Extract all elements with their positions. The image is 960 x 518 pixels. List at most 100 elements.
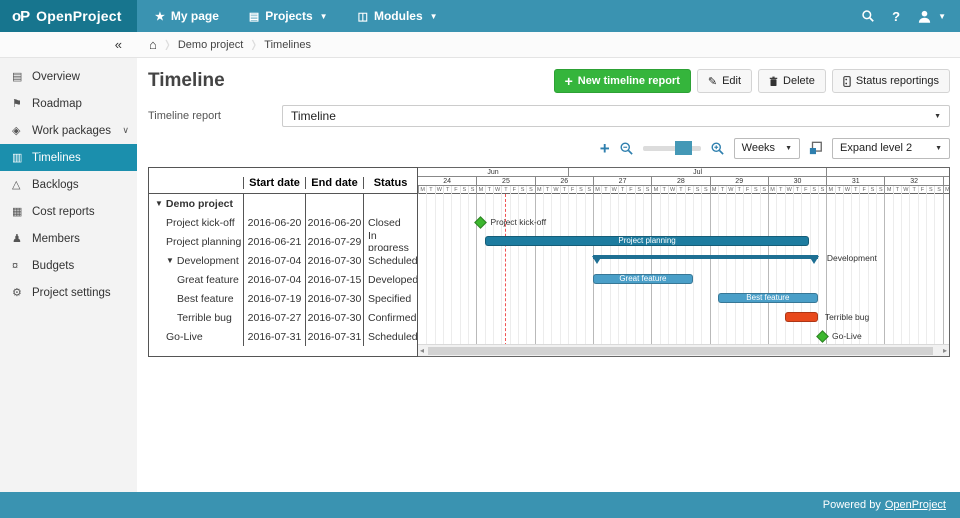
sidebar-item-overview[interactable]: ▤ Overview [0,63,137,90]
gantt-day-gridline [751,194,753,346]
breadcrumb: « ⌂ › Demo project › Timelines [0,30,960,59]
table-row-go-live[interactable]: Go-Live 2016-07-31 2016-07-31 Scheduled [149,327,417,346]
gantt-summary-bar-development[interactable] [592,255,818,259]
search-icon[interactable] [861,9,875,23]
chevron-down-icon: ▼ [319,11,328,21]
gantt-day-letter: S [809,186,818,194]
scroll-left-arrow[interactable]: ◂ [420,345,424,356]
wp-name-cell: Terrible bug [149,308,243,327]
sidebar-item-timelines[interactable]: ▥ Timelines [0,144,137,171]
sidebar-item-budgets[interactable]: ¤ Budgets [0,252,137,279]
nav-my-page[interactable]: ★ My page [155,9,219,23]
breadcrumb-item-project[interactable]: Demo project [178,39,243,51]
gantt-day-letter: S [459,186,468,194]
gantt-day-letter: S [642,186,651,194]
new-timeline-report-button[interactable]: + New timeline report [553,69,691,93]
project-sidebar: ▤ Overview ⚑ Roadmap ◈ Work packages ∨ ▥ Timelin… [0,58,137,492]
gantt-day-gridline [576,194,578,346]
zoom-unit-select[interactable]: Weeks ▼ [733,137,800,159]
zoom-in-icon[interactable] [710,141,725,156]
home-icon[interactable]: ⌂ [149,37,157,52]
column-header-end-date: End date [305,177,363,189]
gantt-day-gridline [684,194,686,346]
gantt-day-gridline [667,194,669,346]
gantt-day-gridline [626,194,628,346]
scrollbar-thumb[interactable] [428,347,933,355]
gantt-day-letter: T [501,186,509,194]
gantt-day-letter: W [609,186,618,194]
gantt-horizontal-scrollbar[interactable]: ◂ ▸ [418,344,949,356]
table-row-project-planning[interactable]: Project planning 2016-06-21 2016-07-29 In p… [149,232,417,251]
sidebar-collapse-button[interactable]: « [0,37,137,52]
cost-reports-icon: ▦ [12,206,23,218]
gantt-bar-best-feature[interactable]: Best feature [717,293,818,303]
nav-projects-label: Projects [265,9,313,23]
table-row-terrible-bug[interactable]: Terrible bug 2016-07-27 2016-07-30 Confirme… [149,308,417,327]
gantt-toolbar: + Weeks ▼ Expand level 2 ▼ [148,136,950,160]
zoom-slider[interactable] [642,140,701,155]
gantt-bar-great-feature[interactable]: Great feature [592,274,693,284]
gantt-milestone-label: Project kick-off [490,217,547,227]
table-row-demo-project[interactable]: ▼ Demo project [149,194,417,213]
status-reportings-button[interactable]: Status reportings [831,69,950,93]
wp-name: Project kick-off [166,216,235,229]
wp-end-cell: 2016-07-30 [305,251,363,270]
gantt-bar-project-planning[interactable]: Project planning [484,236,810,246]
sidebar-item-members[interactable]: ♟ Members [0,225,137,252]
gantt-week-gridline [709,194,711,346]
collapse-arrow-icon[interactable]: ▼ [166,256,174,265]
gantt-day-letter: F [567,186,576,194]
delete-button[interactable]: Delete [758,69,826,93]
gantt-day-letter: M [418,186,426,194]
work-packages-icon: ◈ [12,125,21,137]
chevron-down-icon: ▼ [934,112,941,120]
user-menu[interactable]: ▼ [917,9,946,24]
zoom-out-icon[interactable] [619,141,634,156]
gantt-day-gridline [717,194,719,346]
wp-status-cell [363,194,417,213]
openproject-footer-link[interactable]: OpenProject [885,499,946,511]
breadcrumb-item-timelines[interactable]: Timelines [264,39,311,51]
sidebar-item-work-packages[interactable]: ◈ Work packages ∨ [0,117,137,144]
gantt-day-letter: S [934,186,942,194]
expand-level-select[interactable]: Expand level 2 ▼ [832,137,950,159]
wp-status-cell: Developed [363,270,417,289]
gantt-week-gridline [476,194,478,346]
sidebar-item-roadmap[interactable]: ⚑ Roadmap [0,90,137,117]
table-row-great-feature[interactable]: Great feature 2016-07-04 2016-07-15 Develop… [149,270,417,289]
gantt-day-gridline [817,194,819,346]
edit-button[interactable]: ✎ Edit [696,69,753,93]
gantt-bar-terrible-bug[interactable] [784,312,818,322]
wp-name: Development [176,254,239,267]
sidebar-item-project-settings[interactable]: ⚙ Project settings [0,279,137,306]
timeline-report-select[interactable]: Timeline ▼ [282,105,950,127]
modules-icon: ◫ [357,10,368,23]
gantt-day-letter: T [909,186,917,194]
collapse-arrow-icon[interactable]: ▼ [155,199,163,208]
outline-levels-icon[interactable] [809,141,823,155]
openproject-logo[interactable]: oP OpenProject [0,0,137,32]
gantt-day-letter: T [834,186,843,194]
nav-modules[interactable]: ◫ Modules ▼ [358,9,438,23]
table-row-best-feature[interactable]: Best feature 2016-07-19 2016-07-30 Specifie… [149,289,417,308]
help-button[interactable]: ? [892,9,900,24]
nav-projects[interactable]: ▤ Projects ▼ [249,9,328,23]
zoom-slider-thumb[interactable] [674,140,692,155]
sidebar-item-cost-reports[interactable]: ▦ Cost reports [0,198,137,225]
add-icon[interactable]: + [600,140,610,157]
wp-start-cell: 2016-06-20 [243,213,305,232]
chevron-down-icon: ▼ [785,144,792,152]
gantt-bar-label: Project planning [618,236,676,245]
roadmap-icon: ⚑ [12,98,22,110]
wp-end-cell: 2016-07-31 [305,327,363,346]
table-row-development[interactable]: ▼ Development 2016-07-04 2016-07-30 Schedule… [149,251,417,270]
gantt-day-letter: F [626,186,634,194]
openproject-logo-text: OpenProject [36,8,122,24]
breadcrumb-separator: › [251,30,257,59]
table-row-project-kick-off[interactable]: Project kick-off 2016-06-20 2016-06-20 Clos… [149,213,417,232]
gantt-week-31: 31 [826,177,884,186]
gantt-header: JunJul 24252627282930313233 MTWTFSSMTWTF… [418,168,949,194]
gantt-day-letter: S [526,186,534,194]
scroll-right-arrow[interactable]: ▸ [943,345,947,356]
sidebar-item-backlogs[interactable]: △ Backlogs [0,171,137,198]
